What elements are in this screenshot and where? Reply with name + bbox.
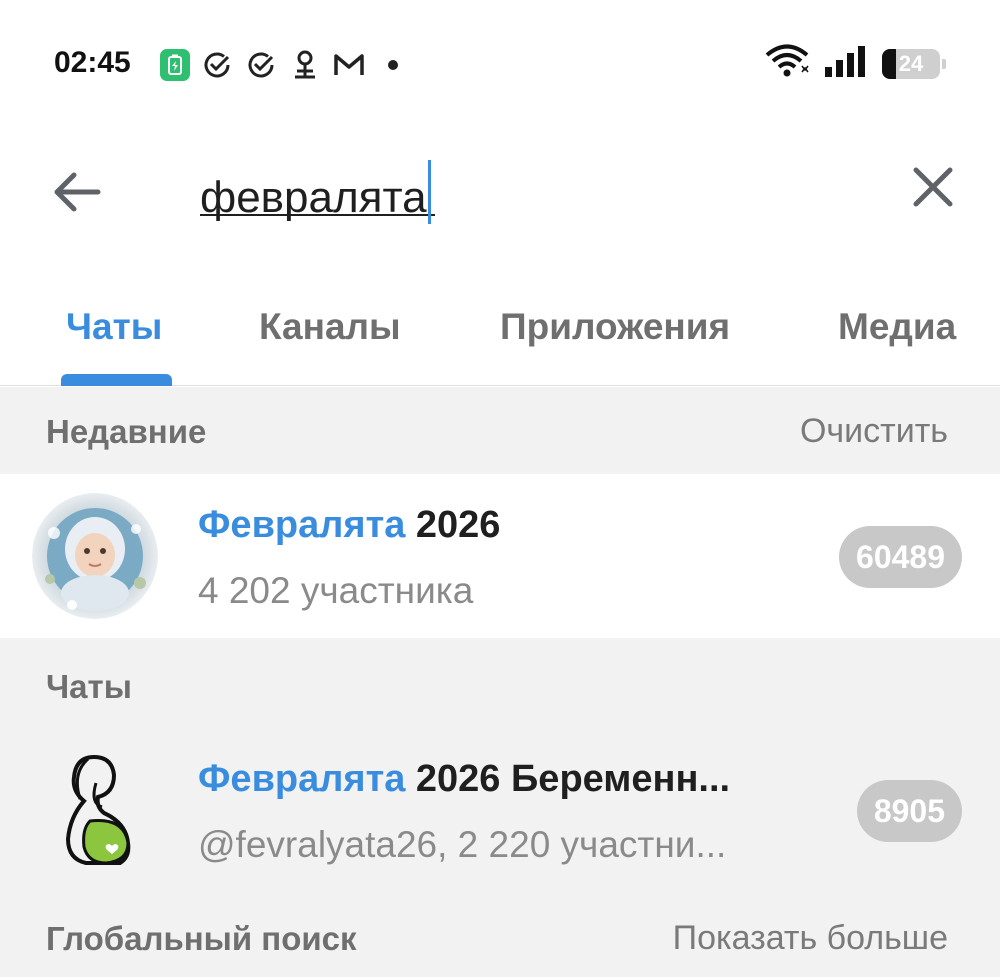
list-item-recent[interactable]: Февралята 2026 4 202 участника 60489 — [0, 474, 1000, 638]
search-bar: февралята — [0, 130, 1000, 260]
tree-icon — [288, 48, 322, 82]
chat-title: Февралята 2026 — [198, 504, 500, 547]
text-cursor — [427, 160, 431, 224]
chat-subtitle: @fevralyata26, 2 220 участни... — [198, 824, 727, 865]
signal-icon — [824, 45, 868, 82]
wifi-icon — [764, 44, 810, 83]
chat-subtitle: 4 202 участника — [198, 570, 474, 611]
status-time: 02:45 — [54, 46, 131, 79]
section-title-recent: Недавние — [46, 413, 207, 450]
recent-section-header: Недавние Очистить — [0, 387, 1000, 474]
mail-m-icon — [332, 48, 366, 82]
section-title-global: Глобальный поиск — [46, 920, 357, 957]
unread-badge: 8905 — [856, 780, 962, 842]
tab-chats[interactable]: Чаты — [66, 306, 162, 348]
check-circle-icon — [200, 48, 234, 82]
search-query-text: февралята — [200, 173, 427, 222]
search-tabs: Чаты Каналы Приложения Медиа — [0, 260, 1000, 386]
check-circle-icon — [244, 48, 278, 82]
clear-recent-button[interactable]: Очистить — [800, 412, 948, 451]
tab-channels[interactable]: Каналы — [259, 306, 401, 348]
battery-icon: 24 — [882, 48, 946, 79]
search-input[interactable]: февралята — [200, 160, 435, 224]
close-icon[interactable] — [908, 162, 958, 212]
chat-title: Февралята 2026 Беременн... — [198, 758, 730, 801]
chat-title-rest: 2026 — [405, 504, 501, 546]
chat-title-highlight: Февралята — [198, 758, 406, 800]
battery-percent: 24 — [898, 50, 924, 76]
chat-title-highlight: Февралята — [198, 504, 406, 546]
notification-icons — [160, 48, 410, 82]
battery-charging-icon — [160, 49, 190, 81]
status-bar: 02:45 24 — [0, 0, 1000, 130]
avatar — [32, 493, 158, 619]
chat-title-rest: 2026 Беременн... — [405, 758, 731, 800]
tab-media[interactable]: Медиа — [838, 306, 956, 348]
active-tab-indicator — [61, 374, 172, 386]
avatar — [32, 743, 158, 869]
show-more-button[interactable]: Показать больше — [673, 919, 948, 958]
list-item-chat[interactable]: Февралята 2026 Беременн... @fevralyata26… — [0, 728, 1000, 892]
dot-icon — [376, 48, 410, 82]
back-arrow-icon[interactable] — [48, 162, 108, 222]
unread-badge: 60489 — [839, 526, 962, 588]
tab-apps[interactable]: Приложения — [500, 306, 730, 348]
global-search-header: Глобальный поиск Показать больше — [0, 892, 1000, 977]
section-title-chats: Чаты — [46, 668, 132, 705]
